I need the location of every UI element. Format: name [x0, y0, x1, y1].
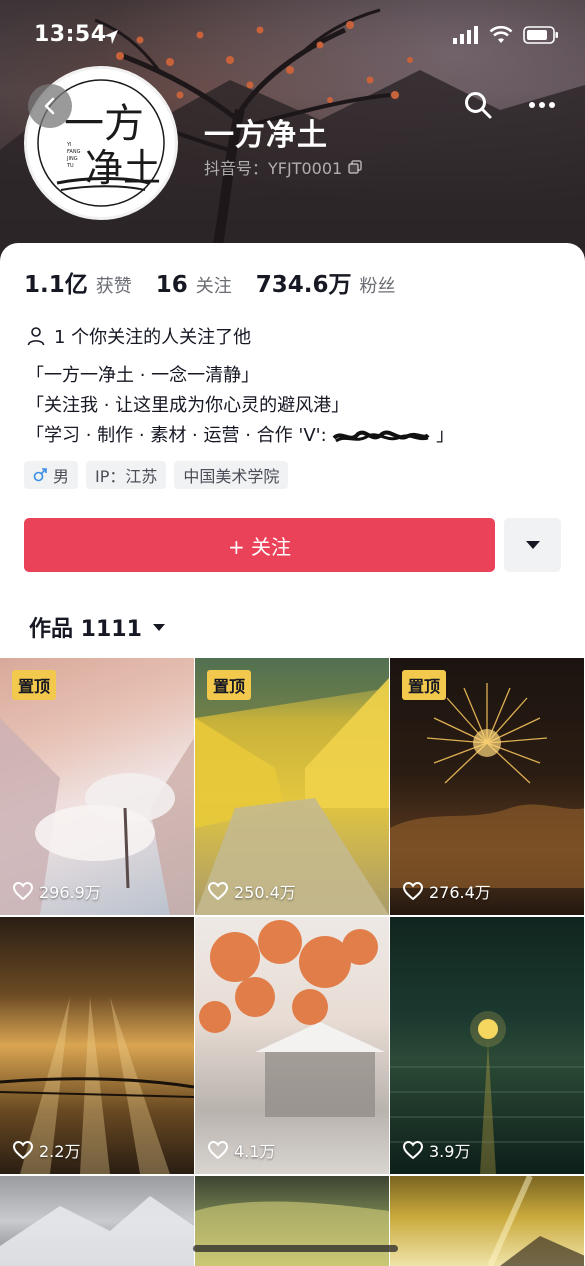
- profile-name: 一方净土: [204, 118, 328, 153]
- home-indicator[interactable]: [193, 1245, 398, 1252]
- like-count: 250.4万: [208, 879, 296, 903]
- back-button[interactable]: [28, 84, 72, 128]
- pinned-badge: 置顶: [207, 670, 252, 700]
- stat-likes-label: 获赞: [95, 276, 132, 297]
- follow-button-label: + 关注: [227, 534, 292, 559]
- tag-school-text: 中国美术学院: [183, 467, 280, 486]
- like-count-text: 2.2万: [39, 1142, 81, 1161]
- follow-button[interactable]: + 关注: [24, 518, 495, 572]
- svg-text:JING: JING: [66, 156, 78, 162]
- video-thumbnail[interactable]: [390, 1176, 584, 1266]
- more-dots-icon: [529, 102, 555, 108]
- heart-icon: [13, 882, 33, 900]
- stat-following[interactable]: 16 关注: [156, 272, 232, 298]
- battery-icon: [523, 26, 558, 44]
- tab-works[interactable]: 作品 1111: [29, 611, 166, 643]
- like-count: 276.4万: [403, 879, 491, 903]
- recommend-dropdown-button[interactable]: [504, 518, 561, 572]
- like-count: 4.1万: [208, 1138, 275, 1162]
- bio-line-contact-text: 「学习 · 制作 · 素材 · 运营 · 合作 'V':: [26, 425, 327, 446]
- stat-following-value: 16: [155, 272, 188, 298]
- pinned-badge: 置顶: [12, 670, 57, 700]
- svg-text:TU: TU: [66, 163, 74, 169]
- misty-landscape-image: [195, 1201, 389, 1266]
- video-thumbnail[interactable]: 2.2万: [0, 917, 194, 1174]
- stat-likes-value: 1.1亿: [24, 272, 88, 298]
- pinned-badge: 置顶: [402, 670, 447, 700]
- status-bar: 13:54: [0, 0, 585, 74]
- tag-ip: IP：江苏: [86, 461, 167, 489]
- video-thumbnail[interactable]: 4.1万: [195, 917, 389, 1174]
- like-count-text: 296.9万: [39, 883, 101, 902]
- tag-ip-text: IP：江苏: [95, 467, 158, 486]
- svg-text:YI: YI: [66, 142, 72, 148]
- caret-down-icon: [152, 623, 165, 631]
- heart-icon: [208, 882, 228, 900]
- account-id-text: 抖音号：YFJT0001: [204, 159, 343, 178]
- search-button[interactable]: [461, 88, 495, 122]
- mutual-follow-row[interactable]: 1 个你关注的人关注了他: [26, 323, 251, 349]
- tag-school[interactable]: 中国美术学院: [174, 461, 289, 489]
- stat-followers-label: 粉丝: [359, 276, 396, 297]
- tag-gender-text: 男: [53, 467, 70, 486]
- stat-likes: 1.1亿 获赞: [24, 265, 132, 299]
- like-count-text: 276.4万: [429, 883, 491, 902]
- profile-card: 1.1亿 获赞 16 关注 734.6万 粉丝 1 个你关注的人关注了他 「一方…: [0, 243, 585, 1266]
- heart-icon: [403, 1141, 423, 1159]
- heart-icon: [403, 882, 423, 900]
- like-count-text: 3.9万: [429, 1142, 471, 1161]
- stat-following-label: 关注: [195, 276, 232, 297]
- video-thumbnail[interactable]: [0, 1176, 194, 1266]
- svg-text:FANG: FANG: [67, 149, 81, 155]
- heart-icon: [13, 1141, 33, 1159]
- video-thumbnail[interactable]: 3.9万: [390, 917, 584, 1174]
- bio: 「一方一净土 · 一念一清静」 「关注我 · 让这里成为你心灵的避风港」 「学习…: [26, 361, 454, 451]
- chevron-left-icon: [44, 97, 55, 115]
- tag-gender: 男: [24, 461, 79, 489]
- copy-icon[interactable]: [348, 160, 362, 174]
- like-count: 2.2万: [13, 1138, 80, 1162]
- golden-sky-image: [487, 1176, 584, 1266]
- video-thumbnail[interactable]: 置顶 296.9万: [0, 658, 194, 915]
- person-icon: [27, 327, 45, 346]
- video-thumbnail[interactable]: 置顶 250.4万: [195, 658, 389, 915]
- top-actions: [461, 88, 559, 122]
- wifi-icon: [489, 26, 513, 43]
- location-arrow-icon: [104, 30, 118, 44]
- signal-icon: [453, 26, 478, 44]
- autumn-snow-image: [199, 920, 385, 1117]
- sunrays-bridge-image: [0, 997, 194, 1174]
- heart-icon: [208, 1141, 228, 1159]
- like-count: 3.9万: [403, 1138, 470, 1162]
- like-count-text: 4.1万: [234, 1142, 276, 1161]
- bio-line: 「关注我 · 让这里成为你心灵的避风港」: [26, 395, 350, 416]
- male-icon: [33, 468, 47, 482]
- bio-line-contact-tail: 」: [436, 425, 455, 446]
- snow-mountain-image: [0, 1196, 194, 1266]
- search-icon: [465, 92, 492, 119]
- bio-line-contact: 「学习 · 制作 · 素材 · 运营 · 合作 'V': 」: [26, 421, 454, 451]
- tab-works-label: 作品 1111: [29, 617, 142, 642]
- more-options-button[interactable]: [525, 88, 559, 122]
- profile-tags: 男 IP：江苏 中国美术学院: [24, 461, 289, 489]
- profile-stats: 1.1亿 获赞 16 关注 734.6万 粉丝: [24, 265, 420, 299]
- account-id[interactable]: 抖音号：YFJT0001: [204, 155, 362, 179]
- like-count: 296.9万: [13, 879, 101, 903]
- mutual-follow-text: 1 个你关注的人关注了他: [54, 327, 252, 348]
- redacted-scribble: [332, 430, 430, 443]
- like-count-text: 250.4万: [234, 883, 296, 902]
- svg-text:一方: 一方: [64, 101, 144, 147]
- stat-followers-value: 734.6万: [255, 272, 352, 298]
- video-thumbnail[interactable]: 置顶 276.4万: [390, 658, 584, 915]
- caret-down-icon: [525, 541, 540, 549]
- moon-sea-image: [390, 1011, 584, 1174]
- svg-text:净土: 净土: [85, 146, 161, 190]
- bio-line: 「一方一净土 · 一念一清静」: [26, 365, 260, 386]
- status-time: 13:54: [34, 22, 107, 47]
- video-thumbnail[interactable]: [195, 1176, 389, 1266]
- stat-followers[interactable]: 734.6万 粉丝: [256, 265, 396, 299]
